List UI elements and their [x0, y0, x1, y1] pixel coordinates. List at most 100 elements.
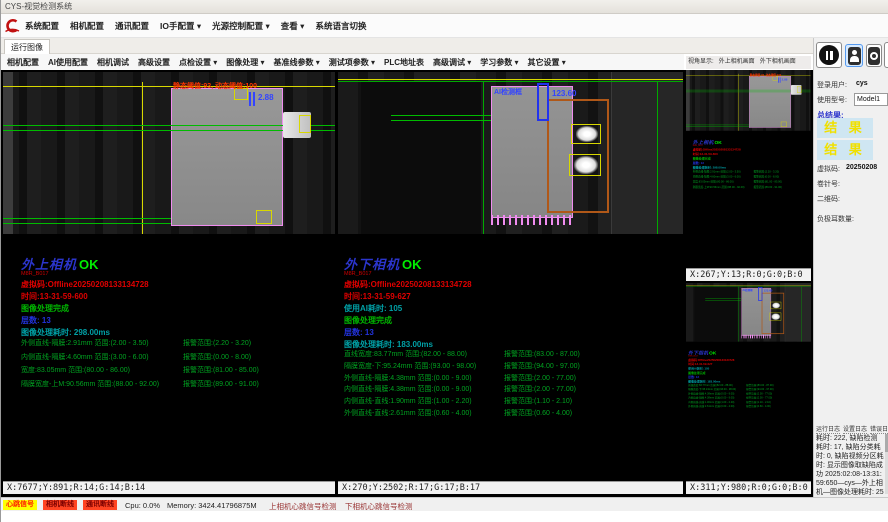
- pause-icon: [819, 45, 839, 65]
- app-window: CYS-视觉检测系统 系统配置相机配置通讯配置IO手配置 ▾光源控制配置 ▾查看…: [0, 0, 888, 522]
- log-tab[interactable]: 错误日志: [870, 424, 888, 434]
- toolbar-item[interactable]: 基准线参数 ▾: [274, 57, 320, 68]
- measurement-row: 宽度:83.05mm 范围:(80.00 - 86.00) 报警范围:(81.0…: [21, 365, 331, 379]
- log-tab[interactable]: 设置日志: [843, 424, 867, 434]
- measurement-row: 外侧直线-直线:2.61mm 范围:(0.60 - 4.00) 报警范围:(0.…: [344, 408, 679, 420]
- layer-count-line: 层数: 13: [344, 327, 374, 338]
- menu-item[interactable]: 系统配置: [25, 20, 59, 32]
- measurement-row: 内侧直线-隔膜:4.60mm 范围:(3.00 - 6.00) 报警范围:(0.…: [21, 352, 331, 366]
- toolbar-item[interactable]: 相机配置: [7, 57, 39, 68]
- alarm-range: 报警范围:(2.00 - 77.00): [504, 384, 576, 396]
- time-line: 时间:13-31-59-600: [21, 291, 88, 302]
- pause-button[interactable]: [816, 42, 842, 68]
- menu-items: 系统配置相机配置通讯配置 IO手配置 ▾ 光源控制配置 ▾ 查看 ▾ 系统语言切换: [25, 14, 366, 38]
- toolbar: 相机配置 AI使用配置相机调试高级设置点检设置 ▾ 图像处理 ▾ 基准线参数 ▾ 测试项…: [1, 54, 684, 71]
- login-user-button[interactable]: [845, 44, 863, 67]
- menu-item[interactable]: 光源控制配置 ▾: [212, 20, 270, 32]
- process-done-line: 图像处理完成: [344, 315, 392, 326]
- annotation-box-yellow-bottom: [781, 122, 787, 127]
- log-text: 耗时: 222, 缺陷检测耗时: 17, 缺陷分类耗时: 0, 缺陷视频分区耗时…: [816, 434, 884, 497]
- roi-line-yellow-vertical: [142, 82, 143, 234]
- toolbar-item[interactable]: 学习参数 ▾: [480, 57, 518, 68]
- title-bar: CYS-视觉检测系统: [1, 0, 888, 14]
- qrcode-label: 二维码:: [817, 194, 840, 204]
- machine-band-dark: [361, 82, 481, 234]
- exit-button[interactable]: [884, 42, 888, 68]
- toolbar-item[interactable]: 测试项参数 ▾: [329, 57, 375, 68]
- log-tab[interactable]: 运行日志: [816, 424, 840, 434]
- app-logo-icon: [4, 18, 20, 34]
- thumb-view-top-toggle[interactable]: 外上相机画面: [719, 59, 755, 65]
- measurement-value: 外侧直线-隔膜:2.91mm 范围:(2.00 - 3.50): [21, 338, 183, 352]
- settings-button[interactable]: [866, 44, 882, 67]
- model-label: 使用型号:: [817, 95, 847, 105]
- menu-item[interactable]: 相机配置: [70, 20, 104, 32]
- left-camera-image[interactable]: 静态阈值:93, 动态阈值:100 2.88: [686, 70, 811, 131]
- measurement-row: 外侧直线-隔膜:2.91mm 范围:(2.00 - 3.50) 报警范围:(2.…: [21, 338, 331, 352]
- alarm-range: 报警范围:(89.00 - 91.00): [183, 379, 259, 393]
- tab-run-image[interactable]: 运行图像: [4, 39, 50, 54]
- model-select[interactable]: Model1: [854, 93, 888, 106]
- elapsed-line: 图像处理耗时: 298.00ms: [21, 327, 110, 338]
- time-line: 时间:13-31-59-627: [344, 291, 411, 302]
- ok-status: OK: [715, 139, 722, 145]
- toolbar-item[interactable]: 高级调试 ▾: [433, 57, 471, 68]
- measure-value-overlay: 2.88: [258, 93, 274, 102]
- menu-item[interactable]: 通讯配置: [115, 20, 149, 32]
- comm-offline-badge: 通讯断线: [83, 500, 117, 510]
- thumb-top-coordbar: X:267;Y:13;R:0;G:0;B:0: [686, 268, 811, 281]
- separator-hatch: [741, 335, 771, 339]
- roi-line-green: [338, 81, 683, 82]
- roi-vline-green-1: [483, 82, 484, 234]
- measurement-row: 内侧直线-隔膜:4.38mm 范围:(0.00 - 9.00) 报警范围:(2.…: [344, 384, 679, 396]
- menu-item[interactable]: 系统语言切换: [315, 20, 366, 32]
- toolbar-item[interactable]: AI使用配置: [48, 57, 88, 68]
- virtual-code-value: 20250208: [846, 164, 877, 171]
- gear-icon: [868, 47, 880, 65]
- toolbar-item[interactable]: 相机调试: [97, 57, 129, 68]
- reel-number-label: 卷针号:: [817, 179, 840, 189]
- toolbar-item[interactable]: 点检设置 ▾: [179, 57, 217, 68]
- machine-band-light: [785, 283, 811, 342]
- bottom-camera-heartbeat-note: 下相机心跳信号检测: [345, 501, 413, 512]
- result-badge-top: 结 果: [817, 118, 873, 138]
- annotation-box-yellow-bottom: [256, 210, 272, 224]
- menu-item[interactable]: IO手配置 ▾: [160, 20, 201, 32]
- result-badge-bottom: 结 果: [817, 140, 873, 160]
- measurement-value: 内侧直线-隔膜:4.38mm 范围:(0.00 - 9.00): [344, 384, 504, 396]
- center-camera-image[interactable]: AI检测框 123.60: [338, 72, 683, 234]
- alarm-range: 报警范围:(89.00 - 91.00): [754, 185, 782, 190]
- measure-box-blue: [758, 287, 762, 301]
- thumbnail-view-header: 视角显示: 外上相机画面外下相机画面: [686, 56, 811, 69]
- thumbnail-top-camera[interactable]: 静态阈值:93, 动态阈值:100 2.88 外上相机OK M8R_B017 虚…: [686, 70, 811, 268]
- camera-offline-badge: 相机断线: [43, 500, 77, 510]
- measurement-row: 隔膜宽度-上M:90.56mm 范围:(88.00 - 92.00) 报警范围:…: [693, 185, 809, 190]
- thumbnail-bottom-camera[interactable]: AI检测框 123.60 外下相机OK M8R_B017 虚拟码:Offline…: [686, 283, 811, 481]
- toolbar-item[interactable]: PLC地址表: [384, 57, 424, 68]
- menu-item[interactable]: 查看 ▾: [281, 20, 305, 32]
- alarm-range: 报警范围:(0.60 - 4.00): [504, 408, 572, 420]
- measurement-value: 直线宽度:83.77mm 范围:(82.00 - 88.00): [344, 349, 504, 361]
- left-camera-image[interactable]: 静态阈值:93, 动态阈值:100 2.88: [3, 72, 335, 234]
- toolbar-item[interactable]: 高级设置: [138, 57, 170, 68]
- alarm-range: 报警范围:(2.00 - 77.00): [504, 373, 576, 385]
- alarm-range: 报警范围:(0.60 - 4.00): [746, 405, 771, 409]
- toolbar-item[interactable]: 其它设置 ▾: [528, 57, 566, 68]
- center-cursor-coordbar: X:270;Y:2502;R:17;G:17;B:17: [338, 481, 683, 494]
- ok-status: OK: [402, 257, 422, 272]
- measure-value-overlay: 2.88: [782, 78, 788, 81]
- menu-bar: 系统配置相机配置通讯配置 IO手配置 ▾ 光源控制配置 ▾ 查看 ▾ 系统语言切换: [1, 14, 888, 38]
- ok-status: OK: [709, 350, 716, 355]
- alarm-range: 报警范围:(1.10 - 2.10): [504, 396, 572, 408]
- ai-box-label: AI检测框: [742, 288, 752, 292]
- annotation-box-yellow-2: [770, 313, 782, 321]
- cpu-usage: Cpu: 0.0%: [125, 501, 160, 510]
- thumb-view-bottom-toggle[interactable]: 外下相机画面: [760, 59, 796, 65]
- thumb-header-label: 视角显示:: [688, 59, 714, 65]
- toolbar-item[interactable]: 图像处理 ▾: [226, 57, 264, 68]
- ai-box-label: AI检测框: [494, 87, 522, 97]
- annotation-box-connector: [299, 115, 311, 133]
- measurement-value: 宽度:83.05mm 范围:(80.00 - 86.00): [21, 365, 183, 379]
- machine-edge: [3, 72, 13, 234]
- center-camera-image[interactable]: AI检测框 123.60: [686, 283, 811, 342]
